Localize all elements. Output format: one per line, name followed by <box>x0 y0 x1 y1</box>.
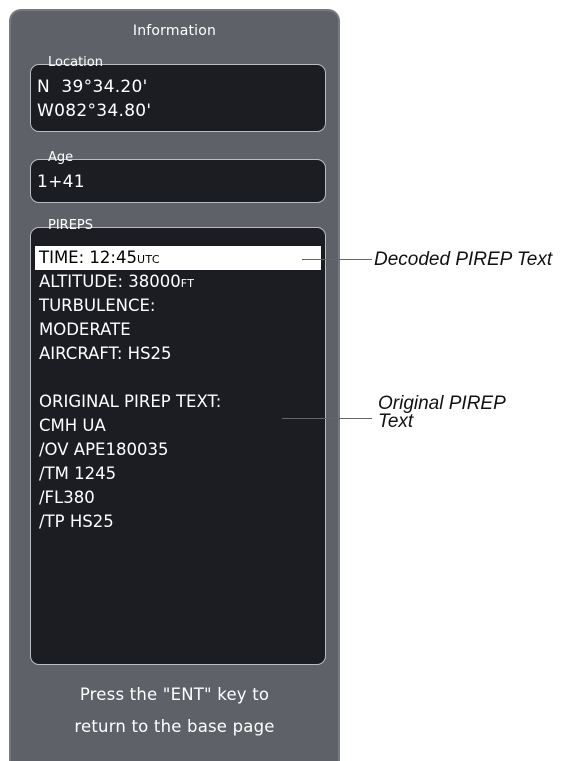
pirep-line-altitude: ALTITUDE: 38000FT <box>39 272 195 291</box>
pirep-line-time[interactable]: TIME: 12:45UTC <box>35 246 321 270</box>
callout-line-original <box>282 418 372 419</box>
pirep-line: /TP HS25 <box>39 512 114 531</box>
latitude-value: N 39°34.20' <box>37 77 148 97</box>
footer-instruction-line2: return to the base page <box>74 717 275 736</box>
age-value: 1+41 <box>37 172 85 192</box>
pirep-line: TURBULENCE: <box>39 296 156 315</box>
pireps-label: PIREPS <box>42 218 99 234</box>
pirep-line: /FL380 <box>39 488 95 507</box>
pirep-line: /OV APE180035 <box>39 440 169 459</box>
unit-utc: UTC <box>136 253 160 266</box>
pirep-line: MODERATE <box>39 320 131 339</box>
location-box: Location N 39°34.20' W082°34.80' <box>30 55 326 132</box>
pirep-text-list: TIME: 12:45UTC ALTITUDE: 38000FT TURBULE… <box>35 246 321 534</box>
pirep-line: /TM 1245 <box>39 464 117 483</box>
location-label: Location <box>43 55 108 71</box>
callout-line-decoded <box>302 259 372 260</box>
pirep-line: CMH UA <box>39 416 106 435</box>
age-label: Age <box>42 150 79 166</box>
unit-ft: FT <box>180 277 195 290</box>
information-panel: Information Location N 39°34.20' W082°34… <box>9 9 340 761</box>
callout-decoded-pirep-text: Decoded PIREP Text <box>374 249 553 270</box>
pirep-line-blank <box>35 366 321 390</box>
callout-original-pirep-text: Original PIREP Text <box>378 393 506 432</box>
panel-title: Information <box>132 23 217 39</box>
pireps-box[interactable]: PIREPS TIME: 12:45UTC ALTITUDE: 38000FT … <box>30 218 326 665</box>
pirep-line: AIRCRAFT: HS25 <box>39 344 172 363</box>
footer-instruction-line1: Press the "ENT" key to <box>79 685 270 704</box>
longitude-value: W082°34.80' <box>37 101 152 121</box>
age-box: Age 1+41 <box>30 150 326 203</box>
pirep-line-original-header: ORIGINAL PIREP TEXT: <box>39 392 222 411</box>
